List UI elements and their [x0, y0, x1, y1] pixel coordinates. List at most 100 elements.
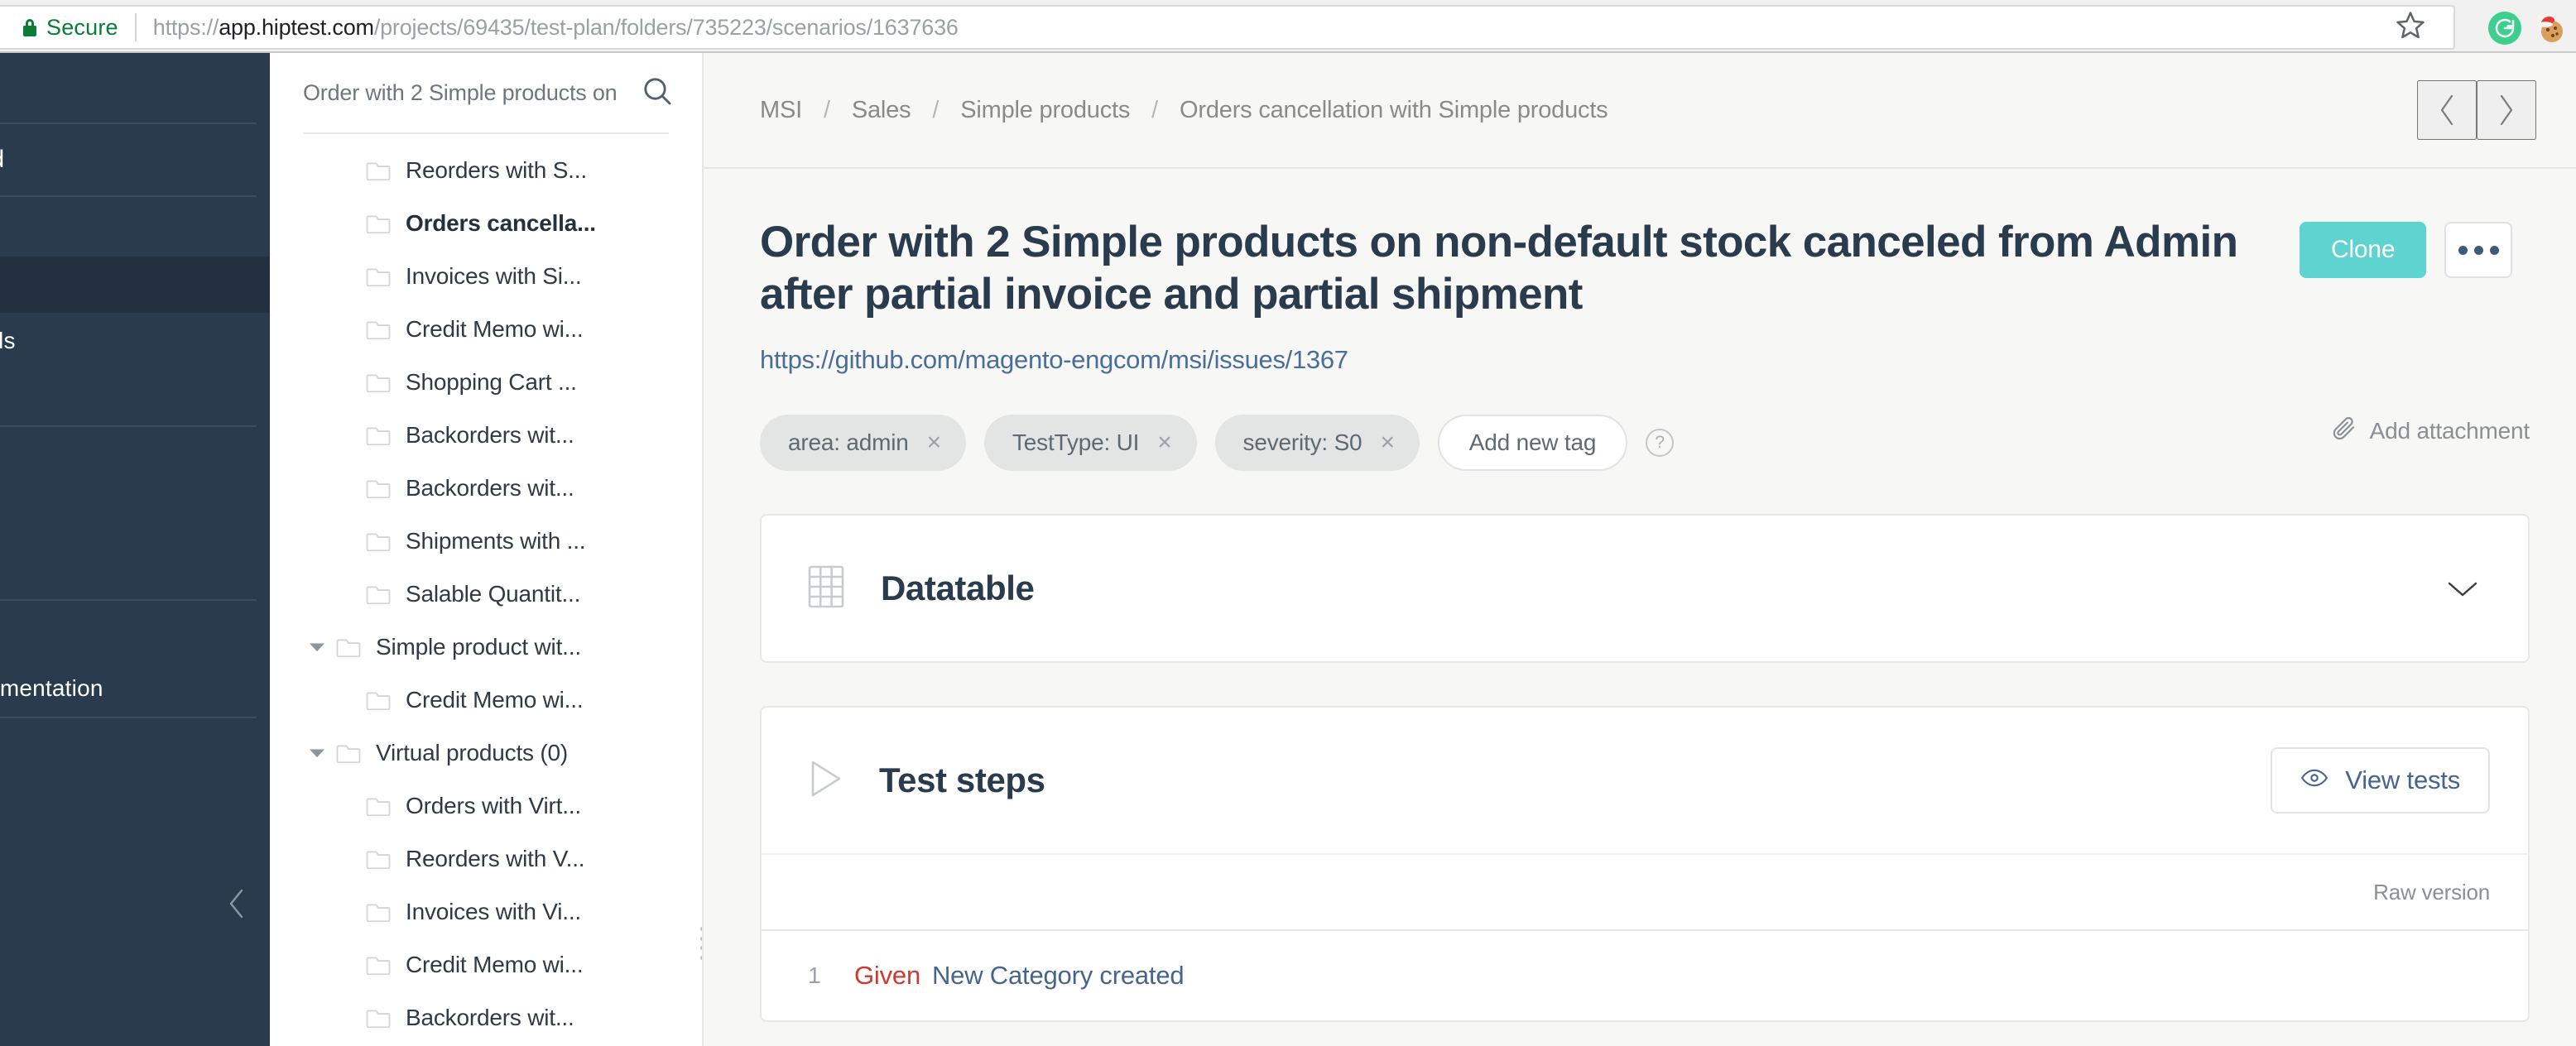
url-divider [135, 13, 137, 41]
step-text[interactable]: New Category created [932, 961, 1184, 991]
folder-icon [331, 636, 366, 658]
close-icon[interactable]: × [1157, 430, 1171, 455]
breadcrumb-item[interactable]: MSI [760, 97, 802, 124]
previous-scenario-button[interactable] [2417, 80, 2477, 140]
tree-item-label: Orders with Virt... [396, 793, 581, 819]
tree-item[interactable]: Shipments with ... [270, 515, 702, 568]
tree-item[interactable]: Reorders with S... [270, 144, 702, 197]
folder-icon [331, 742, 366, 764]
tree-item[interactable]: Credit Memo wi... [270, 938, 702, 991]
tree-item-label: Credit Memo wi... [396, 687, 583, 713]
tree-item[interactable]: Invoices with Si... [270, 250, 702, 303]
folder-icon [361, 319, 396, 340]
star-icon[interactable] [2394, 9, 2427, 46]
close-icon[interactable]: × [1380, 430, 1394, 455]
tree-item-label: Salable Quantit... [396, 581, 580, 607]
test-step-row[interactable]: 1GivenNew Category created [762, 929, 2528, 1020]
panel-resize-handle[interactable] [696, 927, 704, 960]
tag-pill[interactable]: area: admin× [760, 415, 966, 471]
sidebar-item-automation[interactable]: Automation [0, 543, 270, 599]
play-triangle-icon[interactable] [808, 759, 843, 803]
datatable-card[interactable]: Datatable [760, 514, 2530, 663]
add-new-tag-label: Add new tag [1469, 429, 1596, 456]
folder-icon [361, 477, 396, 499]
breadcrumb-separator: / [824, 97, 830, 124]
sidebar-item-living-documentation[interactable]: Living documentation [0, 660, 270, 717]
sidebar-item-action-words[interactable]: Action words [0, 313, 270, 369]
tree-item[interactable]: Backorders wit... [270, 409, 702, 462]
add-attachment-button[interactable]: Add attachment [2330, 415, 2530, 447]
cookie-avatar-icon[interactable] [2535, 12, 2568, 45]
tree-search-row [270, 53, 702, 132]
address-bar[interactable]: Secure https://app.hiptest.com/projects/… [0, 5, 2455, 50]
scenario-tree-panel: Reorders with S... Orders cancella... Invo… [270, 53, 704, 1046]
tag-pill-group: area: admin× TestType: UI× severity: S0× [760, 415, 1438, 471]
breadcrumb-item[interactable]: Simple products [960, 97, 1130, 124]
clone-button[interactable]: Clone [2300, 222, 2426, 278]
tag-pill[interactable]: severity: S0× [1215, 415, 1420, 471]
add-attachment-label: Add attachment [2370, 418, 2530, 444]
eye-icon [2300, 765, 2328, 795]
close-icon[interactable]: × [927, 430, 941, 455]
grammarly-icon[interactable] [2488, 12, 2521, 45]
tree-item-label: Reorders with V... [396, 846, 584, 872]
view-tests-button[interactable]: View tests [2271, 747, 2490, 813]
raw-version-link[interactable]: Raw version [2373, 880, 2490, 905]
folder-icon [361, 583, 396, 605]
sidebar-item-metrics[interactable]: Metrics [0, 369, 270, 425]
chevron-down-icon[interactable] [2435, 561, 2490, 616]
description-link[interactable]: https://github.com/magento-engcom/msi/is… [704, 320, 2576, 375]
tree-item[interactable]: Reorders with V... [270, 832, 702, 885]
title-actions: Clone [2300, 217, 2512, 278]
tree-item-label: Credit Memo wi... [396, 952, 583, 978]
tree-item[interactable]: Credit Memo wi... [270, 303, 702, 356]
breadcrumb-item[interactable]: Orders cancellation with Simple products [1180, 97, 1608, 124]
sidebar-project-name[interactable]: MSI [0, 53, 270, 122]
tree-item[interactable]: Virtual products (0) [270, 727, 702, 780]
tree-item-label: Backorders wit... [396, 422, 574, 449]
chevron-right-icon [2494, 90, 2519, 130]
app-shell: MSI Dashboard DEFINEScenariosAction word… [0, 53, 2576, 1046]
step-number: 1 [808, 962, 854, 989]
chevron-left-icon [225, 885, 248, 922]
caret-down-icon[interactable] [303, 747, 331, 759]
caret-down-icon[interactable] [303, 641, 331, 653]
sidebar-item-scenarios[interactable]: Scenarios [0, 257, 270, 313]
view-tests-label: View tests [2345, 765, 2460, 795]
security-indicator[interactable]: Secure [0, 15, 118, 41]
search-icon[interactable] [641, 74, 674, 112]
tree-item[interactable]: Backorders wit... [270, 991, 702, 1044]
raw-version-row: Raw version [762, 853, 2528, 929]
tag-pill[interactable]: TestType: UI× [984, 415, 1197, 471]
test-steps-title: Test steps [879, 761, 2271, 800]
sidebar-item-test-runs[interactable]: Test runs [0, 487, 270, 543]
more-options-button[interactable] [2444, 222, 2512, 278]
add-new-tag-button[interactable]: Add new tag [1438, 415, 1627, 471]
next-scenario-button[interactable] [2477, 80, 2536, 140]
folder-icon [361, 213, 396, 234]
url-path: /projects/69435/test-plan/folders/735223… [374, 15, 959, 40]
tree-item-label: Invoices with Si... [396, 263, 582, 290]
tree-item[interactable]: Orders with Virt... [270, 780, 702, 832]
tree-item[interactable]: Salable Quantit... [270, 568, 702, 621]
secure-label: Secure [46, 15, 118, 41]
dot [2474, 246, 2483, 255]
tree-item[interactable]: Backorders wit... [270, 462, 702, 515]
tree-item[interactable]: Invoices with Vi... [270, 885, 702, 938]
breadcrumb-item[interactable]: Sales [852, 97, 911, 124]
tags-row: area: admin× TestType: UI× severity: S0× A… [704, 375, 2576, 471]
sidebar-item-dashboard[interactable]: Dashboard [0, 124, 270, 195]
tree-item-label: Reorders with S... [396, 157, 587, 184]
sidebar-collapse-button[interactable] [214, 880, 260, 927]
question-mark-icon[interactable]: ? [1646, 429, 1674, 457]
tree-search-input[interactable] [303, 80, 636, 106]
tree-item[interactable]: Simple product wit... [270, 621, 702, 674]
sidebar-section-title: TEST [0, 427, 270, 487]
scenario-detail: Order with 2 Simple products on non-defa… [704, 169, 2576, 1044]
sidebar-divider [0, 717, 257, 718]
tree-item[interactable]: Shopping Cart ... [270, 356, 702, 409]
title-block: Order with 2 Simple products on non-defa… [704, 169, 2576, 320]
tree-item[interactable]: Credit Memo wi... [270, 674, 702, 727]
tree-item[interactable]: Orders cancella... [270, 197, 702, 250]
sidebar-section-title: LEARN [0, 601, 270, 660]
